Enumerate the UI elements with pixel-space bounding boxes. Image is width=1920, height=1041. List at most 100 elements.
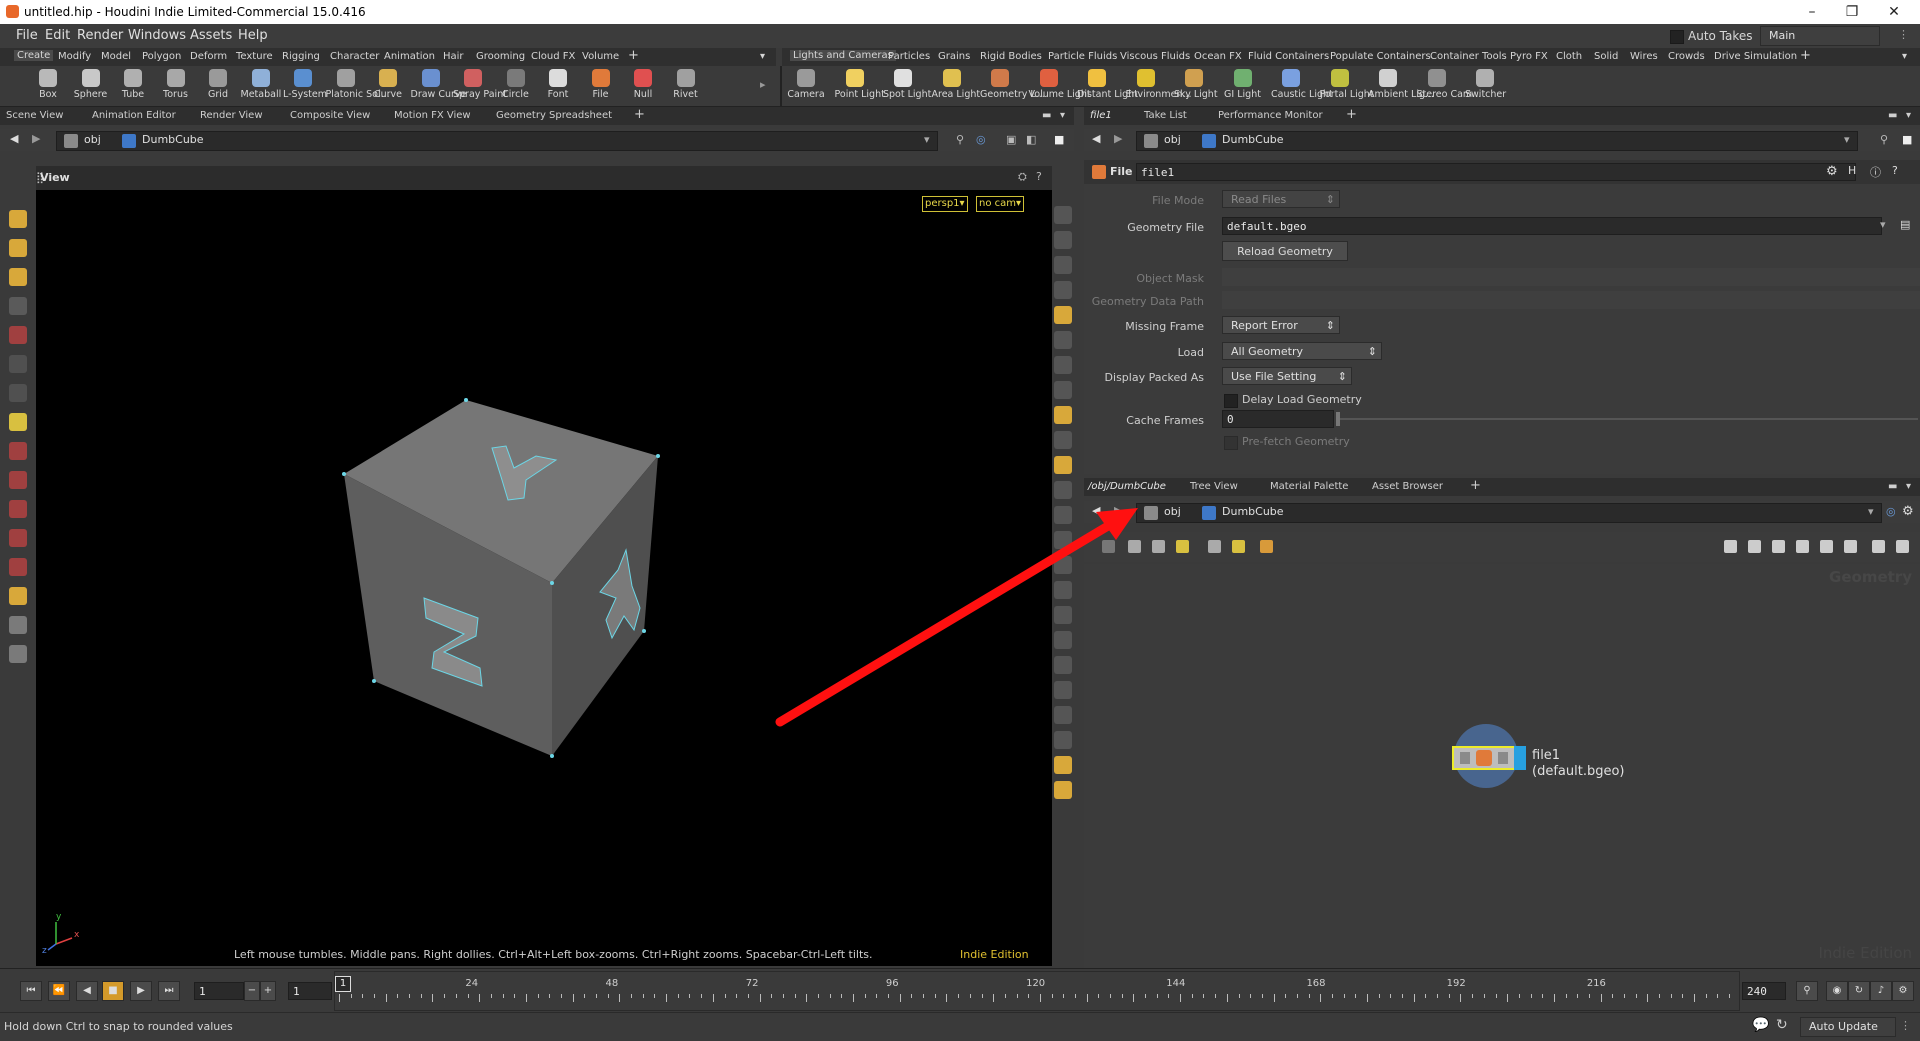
shelf-scroll-icon[interactable]: ▸	[760, 78, 766, 91]
tab-tree-view[interactable]: Tree View	[1190, 481, 1238, 492]
gear-icon[interactable]: ⚙	[1826, 164, 1838, 179]
left-toolbar-tool-icon[interactable]	[9, 558, 27, 576]
path-dumbcube[interactable]: DumbCube	[1222, 133, 1284, 146]
path-dumbcube[interactable]: DumbCube	[1222, 505, 1284, 518]
auto-update-dropdown[interactable]: Auto Update	[1800, 1017, 1896, 1037]
shelf-tool-l-system[interactable]: L-System	[283, 66, 327, 106]
path-dropdown-icon[interactable]: ▾	[1844, 133, 1850, 146]
jump-start-button[interactable]: ⏮	[20, 981, 42, 1001]
left-toolbar-tool-icon[interactable]	[9, 355, 27, 373]
menu-windows[interactable]: Windows	[128, 28, 186, 43]
timeline-options-icon[interactable]: ⚙	[1892, 981, 1914, 1001]
network-tool-icon[interactable]	[1176, 540, 1189, 553]
shelf-tab-solid[interactable]: Solid	[1594, 51, 1618, 62]
stop-button[interactable]: ■	[102, 981, 124, 1001]
menu-edit[interactable]: Edit	[45, 28, 70, 43]
node-bypass-flag[interactable]	[1460, 752, 1470, 764]
tab-geometry-spreadsheet[interactable]: Geometry Spreadsheet	[496, 110, 612, 121]
add-pane-tab-icon[interactable]: +	[1470, 478, 1481, 493]
add-shelf-tab-icon[interactable]: +	[628, 48, 639, 63]
right-toolbar-tool-icon[interactable]	[1054, 756, 1072, 774]
shelf-tab-particles[interactable]: Particles	[888, 51, 930, 62]
right-toolbar-tool-icon[interactable]	[1054, 781, 1072, 799]
shelf-tab-particle-fluids[interactable]: Particle Fluids	[1048, 51, 1117, 62]
path-dumbcube[interactable]: DumbCube	[142, 133, 204, 146]
left-toolbar-tool-icon[interactable]	[9, 500, 27, 518]
shelf-tool-portal-light[interactable]: Portal Light	[1320, 66, 1374, 106]
shelf-tool-stereo-cam[interactable]: Stereo Cam...	[1417, 66, 1481, 106]
network-tool-icon[interactable]	[1896, 540, 1909, 553]
shelf-tool-spray-paint[interactable]: Spray Paint	[453, 66, 507, 106]
shelf-menu-icon[interactable]: ▾	[1902, 51, 1907, 62]
gear-icon[interactable]: ⚙	[1902, 504, 1914, 519]
maximize-button[interactable]: ❐	[1832, 2, 1872, 22]
shelf-tool-distant-light[interactable]: Distant Light	[1077, 66, 1138, 106]
shelf-menu-icon[interactable]: ▾	[760, 51, 765, 62]
pane-layout-icon[interactable]: ▬	[1888, 481, 1897, 492]
minimize-button[interactable]: –	[1792, 2, 1832, 22]
shelf-tool-switcher[interactable]: Switcher	[1465, 66, 1506, 106]
info-icon[interactable]: ⓘ	[1870, 164, 1881, 180]
help-icon[interactable]: ?	[1036, 170, 1042, 183]
menubar-expand-icon[interactable]: ⋮	[1898, 28, 1909, 41]
left-toolbar-tool-icon[interactable]	[9, 413, 27, 431]
tab-animation-editor[interactable]: Animation Editor	[92, 110, 176, 121]
network-tool-icon[interactable]	[1796, 540, 1809, 553]
shelf-tool-area-light[interactable]: Area Light	[932, 66, 980, 106]
right-toolbar-tool-icon[interactable]	[1054, 206, 1072, 224]
right-toolbar-tool-icon[interactable]	[1054, 281, 1072, 299]
shelf-tool-gi-light[interactable]: GI Light	[1223, 66, 1263, 106]
shelf-tool-ambient-lig[interactable]: Ambient Lig...	[1368, 66, 1434, 106]
background-icon[interactable]: ◧	[1026, 133, 1036, 146]
right-toolbar-tool-icon[interactable]	[1054, 706, 1072, 724]
pane-menu-icon[interactable]: ▾	[1906, 110, 1911, 121]
hscript-icon[interactable]: H	[1848, 164, 1856, 177]
geometry-file-field[interactable]: default.bgeo	[1222, 217, 1882, 235]
pane-layout-icon[interactable]: ▬	[1042, 110, 1051, 121]
shelf-tool-volume-light[interactable]: Volume Light	[1029, 66, 1091, 106]
node-name-field[interactable]: file1	[1136, 163, 1856, 181]
network-tool-icon[interactable]	[1208, 540, 1221, 553]
display-options-icon[interactable]: ▣	[1006, 133, 1016, 146]
loop-icon[interactable]: ↻	[1848, 981, 1870, 1001]
maximize-pane-icon[interactable]: ■	[1902, 133, 1912, 146]
frame-increment-button[interactable]: +	[260, 981, 276, 1001]
back-arrow-icon[interactable]: ◀	[10, 132, 18, 145]
left-toolbar-tool-icon[interactable]	[9, 384, 27, 402]
data-path-field[interactable]	[1222, 291, 1920, 309]
pin-icon[interactable]: ⚲	[1880, 133, 1888, 146]
end-frame-field[interactable]: 240	[1742, 982, 1786, 1000]
tab-take-list[interactable]: Take List	[1144, 110, 1187, 121]
network-tool-icon[interactable]	[1102, 540, 1115, 553]
right-toolbar-tool-icon[interactable]	[1054, 331, 1072, 349]
path-obj[interactable]: obj	[1164, 505, 1181, 518]
left-toolbar-tool-icon[interactable]	[9, 442, 27, 460]
shelf-tool-spot-light[interactable]: Spot Light	[883, 66, 931, 106]
missing-frame-dropdown[interactable]: Report Error ⇕	[1222, 316, 1340, 334]
tab-scene-view[interactable]: Scene View	[6, 110, 63, 121]
shelf-tab-populate-containers[interactable]: Populate Containers	[1330, 51, 1431, 62]
pane-menu-icon[interactable]: ▾	[1060, 110, 1065, 121]
shelf-tool-metaball[interactable]: Metaball	[241, 66, 281, 106]
play-button[interactable]: ▶	[130, 981, 152, 1001]
network-tool-icon[interactable]	[1232, 540, 1245, 553]
forward-arrow-icon[interactable]: ▶	[1114, 504, 1122, 517]
left-toolbar-tool-icon[interactable]	[9, 239, 27, 257]
shelf-tab-rigid-bodies[interactable]: Rigid Bodies	[980, 51, 1042, 62]
jump-end-button[interactable]: ⏭	[158, 981, 180, 1001]
shelf-tab-fluid-containers[interactable]: Fluid Containers	[1248, 51, 1329, 62]
node-template-flag[interactable]	[1498, 752, 1508, 764]
cache-frames-slider-handle[interactable]	[1336, 412, 1340, 426]
file-mode-dropdown[interactable]: Read Files ⇕	[1222, 190, 1340, 208]
pin-icon[interactable]: ⚲	[956, 133, 964, 146]
shelf-tab-grains[interactable]: Grains	[938, 51, 970, 62]
add-shelf-tab-icon[interactable]: +	[1800, 48, 1811, 63]
shelf-tab-crowds[interactable]: Crowds	[1668, 51, 1705, 62]
add-pane-tab-icon[interactable]: +	[1346, 107, 1357, 122]
right-toolbar-tool-icon[interactable]	[1054, 531, 1072, 549]
close-button[interactable]: ✕	[1874, 2, 1914, 22]
prefetch-checkbox[interactable]	[1224, 436, 1238, 450]
right-toolbar-tool-icon[interactable]	[1054, 481, 1072, 499]
node-display-flag[interactable]	[1514, 746, 1526, 770]
right-toolbar-tool-icon[interactable]	[1054, 256, 1072, 274]
